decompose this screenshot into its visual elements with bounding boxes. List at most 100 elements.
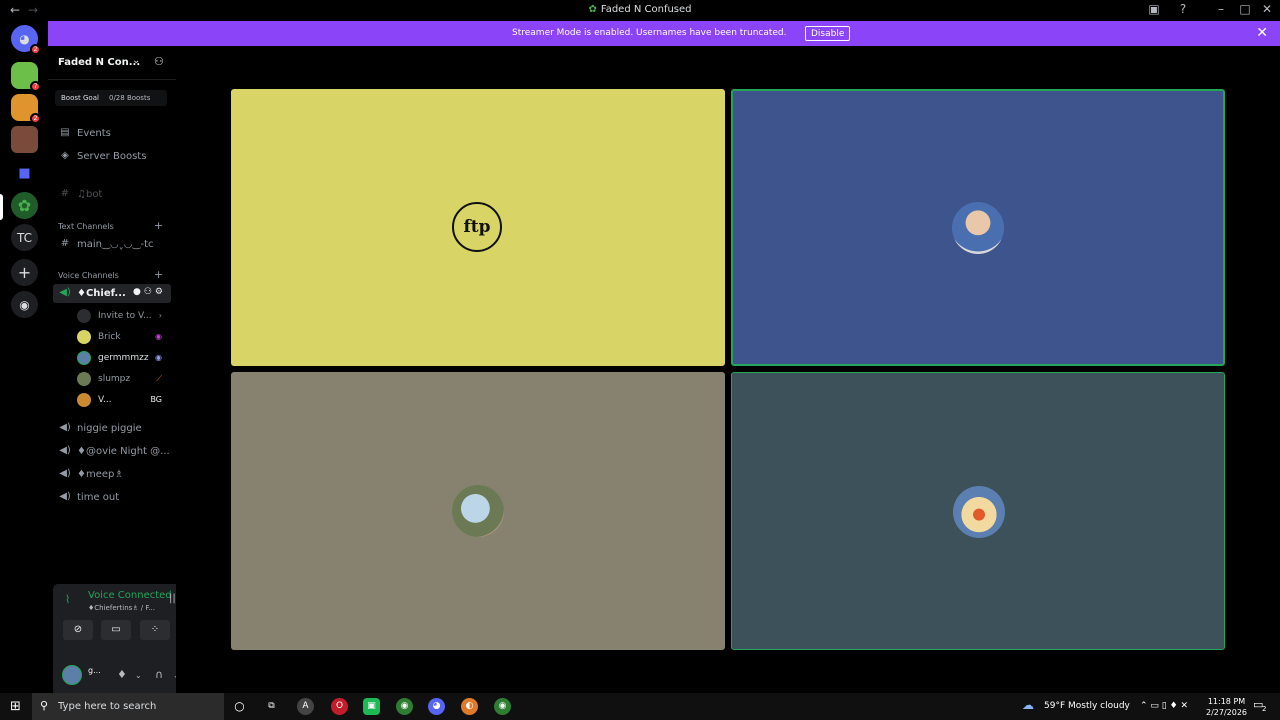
sidebar-item-label: Events bbox=[77, 128, 111, 139]
server-icon-faded[interactable]: ✿ bbox=[11, 192, 38, 219]
sidebar-item-events[interactable]: ▤ Events bbox=[53, 124, 171, 143]
chrome-icon[interactable]: ◉ bbox=[494, 698, 511, 715]
avatar bbox=[77, 372, 91, 386]
cortana-icon[interactable]: ○ bbox=[231, 698, 248, 715]
discord-home-icon[interactable]: ◕ 2 bbox=[11, 25, 41, 55]
task-view-icon[interactable]: ⧉ bbox=[263, 698, 280, 715]
video-tile-germmmzz[interactable] bbox=[731, 89, 1225, 366]
text-channels-category[interactable]: Text Channels bbox=[58, 222, 114, 231]
status-badge: BG bbox=[150, 395, 162, 404]
server-header[interactable]: Faded N Con... ⌄ ⚇ bbox=[48, 46, 176, 80]
voice-channel[interactable]: ◀) ♦meep♗ bbox=[53, 465, 171, 484]
taskbar-search[interactable]: ⚲ Type here to search bbox=[32, 693, 224, 720]
opera-icon[interactable]: O bbox=[331, 698, 348, 715]
voice-channel-tools[interactable]: ●⚇⚙ bbox=[133, 287, 166, 297]
notification-badge: 2 bbox=[30, 113, 41, 124]
microphone-icon[interactable]: ♦ bbox=[117, 668, 127, 681]
signal-icon[interactable]: ⌇ bbox=[65, 593, 70, 606]
boost-goal-bar[interactable]: Boost Goal 0/28 Boosts bbox=[55, 90, 167, 106]
voice-channel-path[interactable]: ♦Chiefertins♗ / F... bbox=[88, 604, 155, 612]
discover-icon[interactable]: ◉ bbox=[11, 291, 38, 318]
voice-user[interactable]: V... BG bbox=[72, 391, 168, 409]
close-icon[interactable]: ✕ bbox=[1256, 25, 1268, 41]
maximize-button[interactable]: □ bbox=[1236, 2, 1254, 16]
server-icon-2[interactable]: 2 bbox=[11, 94, 41, 124]
avatar bbox=[452, 485, 504, 537]
channel-bot[interactable]: # ♫bot bbox=[53, 185, 171, 204]
voice-user-name: germmmzz bbox=[98, 353, 149, 363]
avatar[interactable] bbox=[62, 665, 82, 685]
help-icon[interactable]: ? bbox=[1174, 2, 1192, 16]
add-voice-channel-icon[interactable]: + bbox=[154, 268, 163, 281]
minimize-button[interactable]: – bbox=[1212, 2, 1230, 16]
server-icon-3[interactable] bbox=[11, 126, 38, 153]
voice-channel[interactable]: ◀) time out bbox=[53, 488, 171, 507]
close-window-button[interactable]: ✕ bbox=[1258, 2, 1276, 16]
chrome-icon[interactable]: ◉ bbox=[396, 698, 413, 715]
server-rail: ◕ 2 7 2 ■ ✿ TC + ◉ bbox=[0, 21, 48, 693]
windows-start-icon[interactable]: ⊞ bbox=[10, 699, 21, 714]
windows-taskbar: ⊞ ⚲ Type here to search ○ ⧉ A O ▣ ◉ ◕ ◐ … bbox=[0, 693, 1280, 720]
voice-user-name: V... bbox=[98, 395, 112, 405]
app-icon-a[interactable]: A bbox=[297, 698, 314, 715]
clock[interactable]: 11:18 PM 2/27/2026 bbox=[1206, 696, 1247, 718]
voice-channels-category[interactable]: Voice Channels bbox=[58, 271, 119, 280]
inbox-icon[interactable]: ▣ bbox=[1145, 2, 1163, 16]
app-icon-green[interactable]: ▣ bbox=[363, 698, 380, 715]
streamer-mode-banner: Streamer Mode is enabled. Usernames have… bbox=[48, 21, 1280, 46]
calendar-icon: ▤ bbox=[60, 127, 70, 138]
video-tile-brick[interactable]: ftp bbox=[231, 89, 725, 366]
invite-to-voice[interactable]: Invite to V... › bbox=[72, 307, 168, 325]
channel-label: niggie piggie bbox=[77, 423, 142, 434]
headphones-icon[interactable]: ∩ bbox=[155, 668, 163, 681]
boost-goal-label: Boost Goal bbox=[61, 94, 99, 102]
channel-label: ♫bot bbox=[77, 189, 103, 200]
chevron-down-icon[interactable]: ⌄ bbox=[135, 671, 142, 680]
clock-date: 2/27/2026 bbox=[1206, 708, 1248, 717]
server-name: Faded N Con... bbox=[58, 57, 141, 68]
invite-people-icon[interactable]: ⚇ bbox=[154, 55, 164, 68]
screen-share-button[interactable]: ▭ bbox=[101, 620, 131, 640]
sidebar-item-label: Server Boosts bbox=[77, 151, 147, 162]
voice-user-name: slumpz bbox=[98, 374, 131, 384]
ftp-logo-avatar: ftp bbox=[452, 202, 502, 252]
discord-taskbar-icon[interactable]: ◕ bbox=[428, 698, 445, 715]
voice-user[interactable]: germmmzz ◉ bbox=[72, 349, 168, 367]
voice-channel-active[interactable]: ◀) ♦Chief... ●⚇⚙ bbox=[53, 284, 171, 303]
avatar bbox=[77, 330, 91, 344]
weather-text[interactable]: 59°F Mostly cloudy bbox=[1044, 701, 1130, 711]
channel-main[interactable]: # main‿◡ˬ◡‿-tc bbox=[53, 235, 171, 254]
banner-text: Streamer Mode is enabled. Usernames have… bbox=[512, 28, 787, 38]
disable-streamer-mode-button[interactable]: Disable bbox=[805, 26, 851, 41]
video-tile-v[interactable] bbox=[731, 372, 1225, 650]
camera-off-button[interactable]: ⊘ bbox=[63, 620, 93, 640]
add-text-channel-icon[interactable]: + bbox=[154, 219, 163, 232]
voice-user[interactable]: Brick ◉ bbox=[72, 328, 168, 346]
notification-badge: 7 bbox=[30, 81, 41, 92]
weather-icon[interactable]: ☁ bbox=[1022, 698, 1034, 712]
notification-badge: 2 bbox=[30, 44, 41, 55]
server-icon-tc[interactable]: TC bbox=[11, 224, 38, 251]
activities-button[interactable]: ⁘ bbox=[140, 620, 170, 640]
current-user-name[interactable]: g... bbox=[88, 666, 101, 675]
video-tile-slumpz[interactable] bbox=[231, 372, 725, 650]
voice-channel[interactable]: ◀) ♦@ovie Night @... bbox=[53, 442, 171, 461]
active-server-pill bbox=[0, 194, 3, 220]
server-icon-1[interactable]: 7 bbox=[11, 62, 41, 92]
hash-icon: # bbox=[60, 238, 70, 249]
sidebar-item-server-boosts[interactable]: ◈ Server Boosts bbox=[53, 147, 171, 166]
firefox-icon[interactable]: ◐ bbox=[461, 698, 478, 715]
tray-icons[interactable]: ⌃ ▭ ▯ ♦ ✕ bbox=[1140, 701, 1188, 711]
activity-icon: ◉ bbox=[155, 332, 162, 341]
voice-channel[interactable]: ◀) niggie piggie bbox=[53, 419, 171, 438]
chevron-right-icon: › bbox=[158, 311, 162, 320]
game-controller-icon: ◉ bbox=[155, 353, 162, 362]
hash-icon: # bbox=[60, 188, 70, 199]
add-server-icon[interactable]: + bbox=[11, 259, 38, 286]
window-title: Faded N Confused bbox=[600, 4, 692, 15]
folder-icon[interactable]: ■ bbox=[11, 160, 38, 187]
voice-user[interactable]: slumpz ⟋ bbox=[72, 370, 168, 388]
speaker-icon: ◀) bbox=[59, 287, 71, 298]
leaf-icon: ✿ bbox=[588, 4, 597, 15]
channel-label: time out bbox=[77, 492, 120, 503]
